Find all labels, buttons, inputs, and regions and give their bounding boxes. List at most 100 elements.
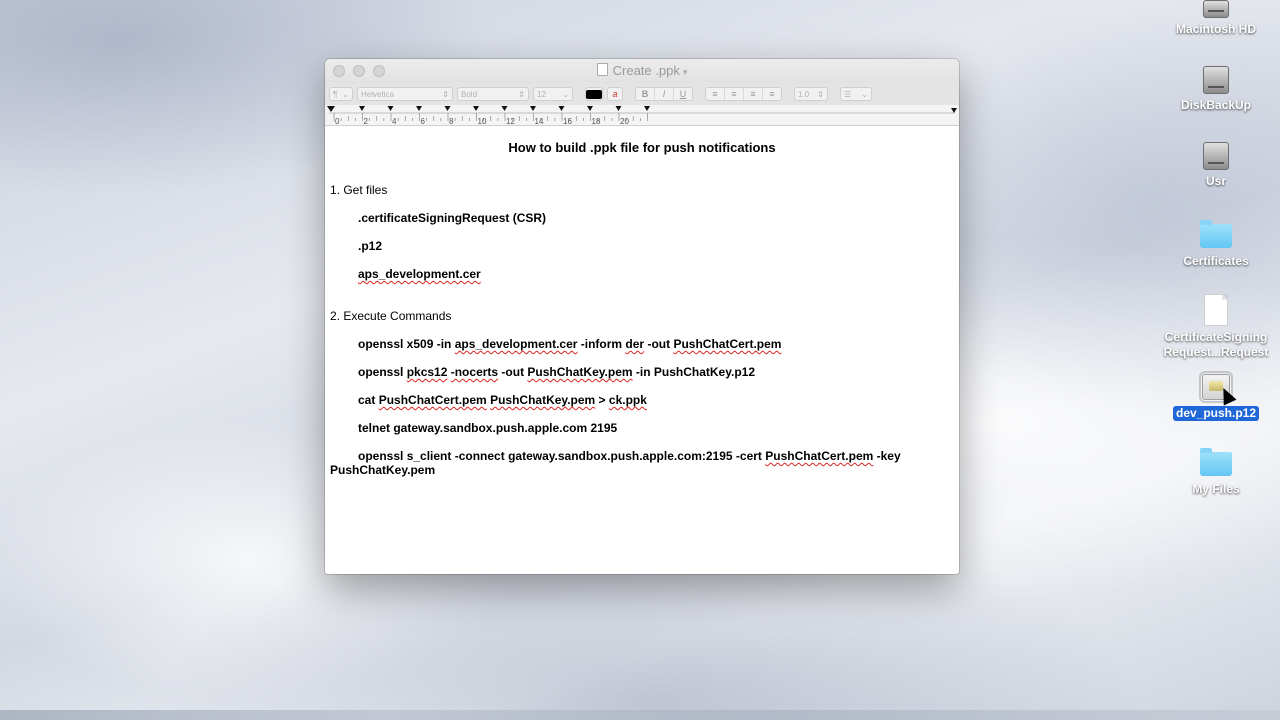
justify-icon[interactable]: ≡ <box>763 88 781 100</box>
list-item: .p12 <box>358 239 383 253</box>
text-run: -connect gateway.sandbox.push.apple.com:… <box>451 449 766 463</box>
desktop-icon-certificates[interactable]: Certificates <box>1161 220 1271 269</box>
text-run: cat <box>358 393 379 407</box>
ruler-number: 14 <box>535 117 544 125</box>
text-run: PushChatCert.pem <box>378 393 487 407</box>
ruler-number: 18 <box>592 117 601 125</box>
highlight-color-button[interactable]: a <box>607 87 623 101</box>
ruler-number: 6 <box>421 117 426 125</box>
tab-stop-marker[interactable] <box>530 106 536 111</box>
desktop-icon-label: Request...Request <box>1163 345 1269 359</box>
tab-stop-marker[interactable] <box>558 106 565 111</box>
textedit-window: Create .ppk ▾ ¶ ⌄ Helvetica ⇕ Bold ⇕ 12 ⌄ a B… <box>325 59 959 574</box>
paragraph-style-select[interactable]: ¶ ⌄ <box>329 87 353 101</box>
desktop-icon-label: Macintosh HD <box>1175 22 1256 36</box>
desktop-icon-label: Usr <box>1205 174 1226 188</box>
ruler-number: 8 <box>449 117 454 125</box>
hard-drive-icon <box>1203 142 1229 170</box>
text-run: -inform <box>577 337 626 351</box>
tab-stop-marker[interactable] <box>615 106 622 111</box>
folder-icon <box>1200 220 1232 248</box>
tab-stop-marker[interactable] <box>501 106 508 111</box>
tab-stop-marker[interactable] <box>416 106 422 111</box>
font-style-select[interactable]: Bold ⇕ <box>457 87 529 101</box>
italic-button[interactable]: I <box>655 88 674 100</box>
ruler-number: 4 <box>392 117 397 125</box>
line-spacing-value: 1.0 <box>798 89 810 99</box>
right-margin-marker[interactable] <box>951 108 957 113</box>
highlight-a-icon: a <box>612 89 618 99</box>
align-right-icon[interactable]: ≡ <box>744 88 763 100</box>
text-run: -out <box>498 365 528 379</box>
text-run: pkcs12 <box>406 365 448 379</box>
text-run: PushChatCert.pem <box>673 337 782 351</box>
command-line: telnet gateway.sandbox.push.apple.com 21… <box>358 421 618 435</box>
tab-stop-marker[interactable] <box>587 106 593 111</box>
underline-button[interactable]: U <box>674 88 692 100</box>
tab-stop-marker[interactable] <box>444 106 451 111</box>
align-center-icon[interactable]: ≡ <box>725 88 744 100</box>
text-run: -out <box>644 337 674 351</box>
desktop-icon-macintosh-hd[interactable]: Macintosh HD <box>1161 0 1271 37</box>
ruler-number: 2 <box>364 117 369 125</box>
title-bar[interactable]: Create .ppk ▾ <box>325 59 959 83</box>
document-icon <box>596 63 608 76</box>
text-color-button[interactable] <box>585 87 603 101</box>
alignment-group: ≡ ≡ ≡ ≡ <box>705 87 782 101</box>
text-run: aps_development.cer <box>454 337 578 351</box>
text-run: > <box>595 393 609 407</box>
line-spacing-select[interactable]: 1.0 ⇕ <box>794 87 828 101</box>
section-heading: 2. Execute Commands <box>330 309 452 323</box>
text-run: openssl <box>358 449 407 463</box>
desktop-icon-usr[interactable]: Usr <box>1161 142 1271 189</box>
ruler-number: 10 <box>478 117 487 125</box>
text-run: ck.ppk <box>608 393 647 407</box>
dock[interactable] <box>0 710 1280 720</box>
left-margin-marker[interactable] <box>327 106 335 112</box>
text-run: PushChatCert.pem <box>765 449 874 463</box>
ruler[interactable]: 0 2 4 6 8 10 12 14 16 18 20 <box>325 105 959 126</box>
text-style-group: B I U <box>635 87 693 101</box>
tab-stop-marker[interactable] <box>387 106 394 111</box>
desktop-icon-label: CertificateSigning <box>1164 330 1268 344</box>
chevron-updown-icon: ⇕ <box>442 89 449 99</box>
document-body[interactable]: How to build .ppk file for push notifica… <box>325 139 959 574</box>
paragraph-icon: ¶ <box>333 89 338 99</box>
section-heading: 1. Get files <box>330 183 388 197</box>
text-run: PushChatKey.pem <box>330 463 436 477</box>
desktop-icon-my-files[interactable]: My Files <box>1161 448 1271 497</box>
tab-stop-marker[interactable] <box>359 106 365 111</box>
tab-stop-marker[interactable] <box>473 106 479 111</box>
text-run: PushChatKey.pem <box>490 393 596 407</box>
desktop-icon-csr-file[interactable]: CertificateSigning Request...Request <box>1161 294 1271 360</box>
align-left-icon[interactable]: ≡ <box>706 88 725 100</box>
list-item: .certificateSigningRequest (CSR) <box>358 211 547 225</box>
text-run: openssl x509 -in <box>358 337 455 351</box>
document-icon <box>1204 294 1228 326</box>
chevron-updown-icon: ⇕ <box>518 89 525 99</box>
text-run: openssl <box>358 365 407 379</box>
font-size-select[interactable]: 12 ⌄ <box>533 87 573 101</box>
desktop-icon-label: My Files <box>1192 482 1240 496</box>
desktop-icon-label: Certificates <box>1183 254 1249 268</box>
hard-drive-icon <box>1203 0 1229 18</box>
desktop-icon-label: dev_push.p12 <box>1172 406 1260 421</box>
folder-icon <box>1200 448 1232 476</box>
bold-button[interactable]: B <box>636 88 655 100</box>
list-icon: ☰ <box>844 89 852 99</box>
list-style-select[interactable]: ☰ ⌄ <box>840 87 872 101</box>
ruler-number: 20 <box>620 117 629 125</box>
hard-drive-icon <box>1203 66 1229 94</box>
desktop-icon-diskbackup[interactable]: DiskBackUp <box>1161 66 1271 113</box>
font-style-value: Bold <box>461 89 478 99</box>
font-family-select[interactable]: Helvetica ⇕ <box>357 87 453 101</box>
chevron-down-icon[interactable]: ▾ <box>683 67 688 77</box>
text-run: -key <box>873 449 901 463</box>
format-toolbar: ¶ ⌄ Helvetica ⇕ Bold ⇕ 12 ⌄ a B I U ≡ ≡ ≡ ≡ … <box>325 83 959 105</box>
desktop-icon-dev-push-p12[interactable]: dev_push.p12 <box>1161 371 1271 422</box>
chevron-updown-icon: ⇕ <box>817 89 824 99</box>
ruler-number: 12 <box>506 117 515 125</box>
window-title[interactable]: Create .ppk ▾ <box>325 63 959 78</box>
file-name: aps_development.cer <box>358 267 481 281</box>
tab-stop-marker[interactable] <box>644 106 650 111</box>
